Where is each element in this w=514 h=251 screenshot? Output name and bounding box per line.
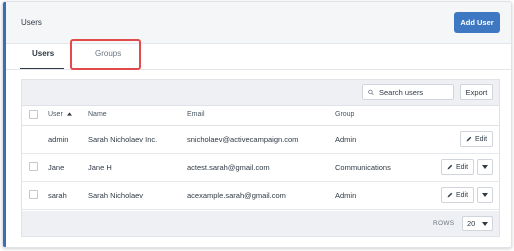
row-group: Admin <box>335 191 357 200</box>
row-actions-dropdown[interactable] <box>477 159 493 175</box>
table-row: admin Sarah Nicholaev Inc. snicholaev@ac… <box>22 125 499 154</box>
row-name: Sarah Nicholaev Inc. <box>88 135 158 144</box>
column-header-email: Email <box>187 111 205 118</box>
row-actions-dropdown[interactable] <box>477 187 493 203</box>
table-footer: ROWS 20 <box>22 211 499 236</box>
edit-label: Edit <box>474 135 488 143</box>
pencil-icon <box>447 192 453 198</box>
tab-users[interactable]: Users <box>32 49 54 58</box>
rows-per-page-value: 20 <box>467 219 476 228</box>
chevron-down-icon <box>482 165 488 169</box>
row-email: actest.sarah@gmail.com <box>187 163 270 172</box>
table-header: User Name Email Group <box>22 105 499 126</box>
row-group: Admin <box>335 135 357 144</box>
column-header-user-label: User <box>48 111 63 118</box>
search-icon <box>368 89 374 95</box>
edit-button[interactable]: Edit <box>460 131 493 147</box>
table-row: Jane Jane H actest.sarah@gmail.com Commu… <box>22 153 499 182</box>
search-input[interactable] <box>377 86 453 98</box>
edit-button[interactable]: Edit <box>441 187 474 203</box>
row-user: sarah <box>48 191 67 200</box>
page-header: Users Add User <box>6 2 511 44</box>
rows-per-page-select[interactable]: 20 <box>462 216 493 231</box>
export-button[interactable]: Export <box>460 84 493 100</box>
chevron-down-icon <box>482 193 488 197</box>
column-header-user[interactable]: User <box>48 111 72 118</box>
pencil-icon <box>447 164 453 170</box>
row-email: acexample.sarah@gmail.com <box>187 191 286 200</box>
row-name: Sarah Nicholaev <box>88 191 144 200</box>
users-panel: Users Add User Users Groups Export User <box>2 1 512 248</box>
search-box[interactable] <box>362 84 454 100</box>
row-email: snicholaev@activecampaign.com <box>187 135 299 144</box>
users-table: Export User Name Email Group admin Sarah… <box>21 79 500 237</box>
groups-tab-highlight <box>70 39 141 70</box>
rows-per-page-label: ROWS <box>433 220 455 227</box>
column-header-group: Group <box>335 111 355 118</box>
pencil-icon <box>466 136 472 142</box>
edit-button[interactable]: Edit <box>441 159 474 175</box>
row-name: Jane H <box>88 163 112 172</box>
edit-label: Edit <box>455 163 469 171</box>
table-toolbar: Export <box>22 80 499 106</box>
row-group: Communications <box>335 163 391 172</box>
page-title: Users <box>21 18 42 27</box>
row-user: admin <box>48 135 69 144</box>
add-user-button[interactable]: Add User <box>454 12 500 33</box>
row-user: Jane <box>48 163 65 172</box>
chevron-down-icon <box>482 222 488 226</box>
row-checkbox[interactable] <box>29 162 38 171</box>
row-checkbox[interactable] <box>29 190 38 199</box>
column-header-name: Name <box>88 111 107 118</box>
sort-ascending-icon <box>66 112 72 116</box>
edit-label: Edit <box>455 191 469 199</box>
select-all-checkbox[interactable] <box>29 110 38 119</box>
table-row: sarah Sarah Nicholaev acexample.sarah@gm… <box>22 181 499 210</box>
